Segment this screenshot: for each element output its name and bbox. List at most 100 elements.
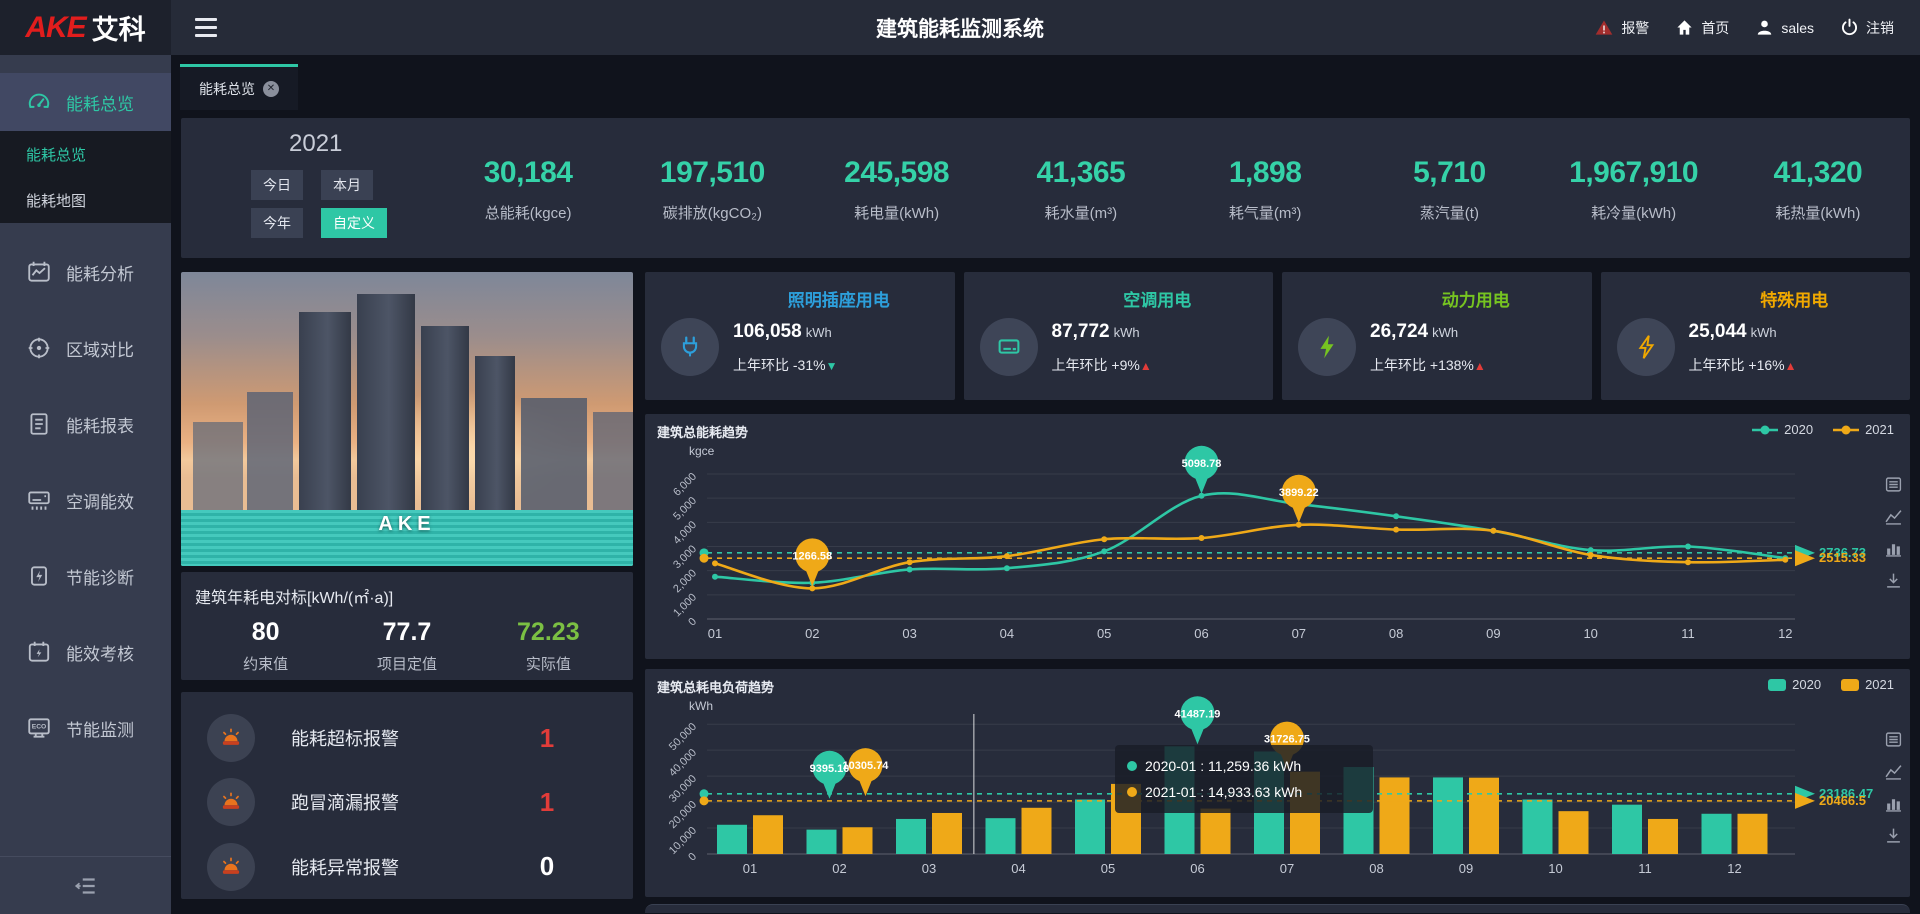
stats-grid: 30,184总能耗(kgce) 197,510碳排放(kgCO₂) 245,59… bbox=[436, 118, 1910, 258]
sidebar-item-saving-monitor[interactable]: ECO 节能监测 bbox=[0, 701, 171, 755]
header-menu: 报警 首页 sales 注销 bbox=[1594, 0, 1920, 55]
stat-heating: 41,320耗热量(kWh) bbox=[1726, 156, 1910, 258]
card-title: 照明插座用电 bbox=[733, 286, 945, 311]
card-yoy: 上年环比 +138%▲ bbox=[1370, 355, 1582, 375]
benchmark-actual: 72.23实际值 bbox=[478, 618, 619, 674]
chart-toolbox bbox=[1885, 731, 1902, 844]
alarm-bell-icon bbox=[207, 843, 255, 891]
chart-legend: 2020 2021 bbox=[1768, 677, 1894, 692]
sidebar-item-label: 能耗报表 bbox=[66, 412, 134, 437]
svg-text:5,000: 5,000 bbox=[671, 495, 699, 523]
special-bolt-icon bbox=[1617, 318, 1675, 376]
user-menu-item[interactable]: sales bbox=[1755, 18, 1814, 37]
sidebar-item-label: 区域对比 bbox=[66, 336, 134, 361]
alarm-menu-item[interactable]: 报警 bbox=[1594, 18, 1649, 38]
home-menu-item[interactable]: 首页 bbox=[1675, 18, 1729, 38]
sidebar-item-energy-report[interactable]: 能耗报表 bbox=[0, 397, 171, 451]
card-value: 25,044 bbox=[1689, 321, 1747, 342]
stat-carbon: 197,510碳排放(kgCO₂) bbox=[620, 156, 804, 258]
alarm-row-leakage[interactable]: 跑冒滴漏报警 1 bbox=[207, 774, 607, 830]
svg-text:1266.58: 1266.58 bbox=[792, 550, 832, 562]
chart-title: 建筑总耗电负荷趋势 bbox=[657, 677, 774, 696]
svg-text:03: 03 bbox=[902, 626, 916, 641]
bar-type-icon[interactable] bbox=[1885, 795, 1902, 812]
menu-toggle-icon[interactable] bbox=[171, 0, 231, 55]
energy-trend-chart[interactable]: 01,0002,0003,0004,0005,0006,000010203040… bbox=[645, 414, 1910, 659]
app-root: AKE 艾科 建筑能耗监测系统 报警 首页 sales bbox=[0, 0, 1920, 914]
svg-text:05: 05 bbox=[1097, 626, 1111, 641]
submenu-item-energy-overview[interactable]: 能耗总览 bbox=[0, 131, 171, 177]
sidebar-item-label: 能耗分析 bbox=[66, 260, 134, 285]
svg-text:10305.74: 10305.74 bbox=[843, 760, 890, 772]
sidebar-item-hvac-efficiency[interactable]: 空调能效 bbox=[0, 473, 171, 527]
svg-text:10: 10 bbox=[1548, 861, 1562, 876]
range-button-year[interactable]: 今年 bbox=[251, 208, 303, 238]
card-lighting[interactable]: 照明插座用电 106,058kWh 上年环比 -31%▼ bbox=[645, 272, 955, 400]
alarm-bell-icon bbox=[207, 714, 255, 762]
legend-2020[interactable]: 2020 bbox=[1768, 677, 1821, 692]
svg-text:30,000: 30,000 bbox=[667, 773, 699, 805]
svg-text:03: 03 bbox=[922, 861, 936, 876]
sidebar-item-efficiency-assessment[interactable]: 能效考核 bbox=[0, 625, 171, 679]
sidebar-item-energy-overview[interactable]: 能耗总览 bbox=[0, 73, 171, 131]
legend-2021[interactable]: 2021 bbox=[1841, 677, 1894, 692]
svg-text:02: 02 bbox=[805, 626, 819, 641]
svg-text:10: 10 bbox=[1583, 626, 1597, 641]
legend-2021[interactable]: 2021 bbox=[1833, 422, 1894, 437]
svg-text:06: 06 bbox=[1190, 861, 1204, 876]
card-power[interactable]: 动力用电 26,724kWh 上年环比 +138%▲ bbox=[1282, 272, 1592, 400]
ac-icon bbox=[26, 487, 52, 513]
alarm-row-abnormal[interactable]: 能耗异常报警 0 bbox=[207, 839, 607, 895]
line-type-icon[interactable] bbox=[1885, 763, 1902, 780]
logout-menu-label: 注销 bbox=[1866, 18, 1894, 38]
range-button-today[interactable]: 今日 bbox=[251, 170, 303, 200]
diagnose-icon bbox=[26, 563, 52, 589]
legend-2020[interactable]: 2020 bbox=[1752, 422, 1813, 437]
alarm-menu-label: 报警 bbox=[1621, 18, 1649, 38]
card-yoy: 上年环比 -31%▼ bbox=[733, 355, 945, 375]
card-value: 87,772 bbox=[1052, 321, 1110, 342]
logout-menu-item[interactable]: 注销 bbox=[1840, 18, 1894, 38]
submenu-item-energy-map[interactable]: 能耗地图 bbox=[0, 177, 171, 223]
card-title: 动力用电 bbox=[1370, 286, 1582, 311]
tooltip-text: 2020-01 : 11,259.36 kWh bbox=[1145, 758, 1301, 774]
sidebar-collapse-button[interactable] bbox=[0, 856, 171, 914]
svg-text:08: 08 bbox=[1369, 861, 1383, 876]
logo-text-en: AKE bbox=[25, 11, 85, 45]
card-special[interactable]: 特殊用电 25,044kWh 上年环比 +16%▲ bbox=[1601, 272, 1911, 400]
svg-text:01: 01 bbox=[708, 626, 722, 641]
sidebar: 能耗总览 能耗总览 能耗地图 能耗分析 区域对比 bbox=[0, 55, 171, 914]
svg-text:04: 04 bbox=[1000, 626, 1014, 641]
download-icon[interactable] bbox=[1885, 827, 1902, 844]
svg-text:4,000: 4,000 bbox=[671, 519, 699, 547]
year-label: 2021 bbox=[251, 130, 436, 158]
chart-unit: kWh bbox=[689, 699, 713, 713]
sidebar-item-saving-diagnosis[interactable]: 节能诊断 bbox=[0, 549, 171, 603]
left-column: AKE 建筑年耗电对标[kWh/(㎡·a)] 80约束值 77.7项目定值 bbox=[181, 272, 633, 913]
sidebar-item-energy-analysis[interactable]: 能耗分析 bbox=[0, 245, 171, 299]
line-type-icon[interactable] bbox=[1885, 508, 1902, 525]
date-range-block: 2021 今日 本月 今年 自定义 bbox=[181, 118, 436, 258]
tab-energy-overview[interactable]: 能耗总览 ✕ bbox=[180, 64, 298, 110]
svg-text:07: 07 bbox=[1292, 626, 1306, 641]
range-button-custom[interactable]: 自定义 bbox=[321, 208, 387, 238]
download-icon[interactable] bbox=[1885, 572, 1902, 589]
range-button-month[interactable]: 本月 bbox=[321, 170, 373, 200]
building-photo: AKE bbox=[181, 272, 633, 566]
svg-text:0: 0 bbox=[686, 851, 699, 864]
sidebar-item-region-compare[interactable]: 区域对比 bbox=[0, 321, 171, 375]
bar-type-icon[interactable] bbox=[1885, 540, 1902, 557]
svg-text:02: 02 bbox=[832, 861, 846, 876]
sidebar-item-label: 能效考核 bbox=[66, 640, 134, 665]
alarm-row-over-limit[interactable]: 能耗超标报警 1 bbox=[207, 710, 607, 766]
tab-close-icon[interactable]: ✕ bbox=[263, 81, 279, 97]
data-view-icon[interactable] bbox=[1885, 731, 1902, 748]
card-value: 106,058 bbox=[733, 321, 802, 342]
data-view-icon[interactable] bbox=[1885, 476, 1902, 493]
card-yoy: 上年环比 +16%▲ bbox=[1689, 355, 1901, 375]
analysis-icon bbox=[26, 259, 52, 285]
card-title: 特殊用电 bbox=[1689, 286, 1901, 311]
sidebar-item-label: 空调能效 bbox=[66, 488, 134, 513]
svg-text:08: 08 bbox=[1389, 626, 1403, 641]
card-hvac[interactable]: 空调用电 87,772kWh 上年环比 +9%▲ bbox=[964, 272, 1274, 400]
